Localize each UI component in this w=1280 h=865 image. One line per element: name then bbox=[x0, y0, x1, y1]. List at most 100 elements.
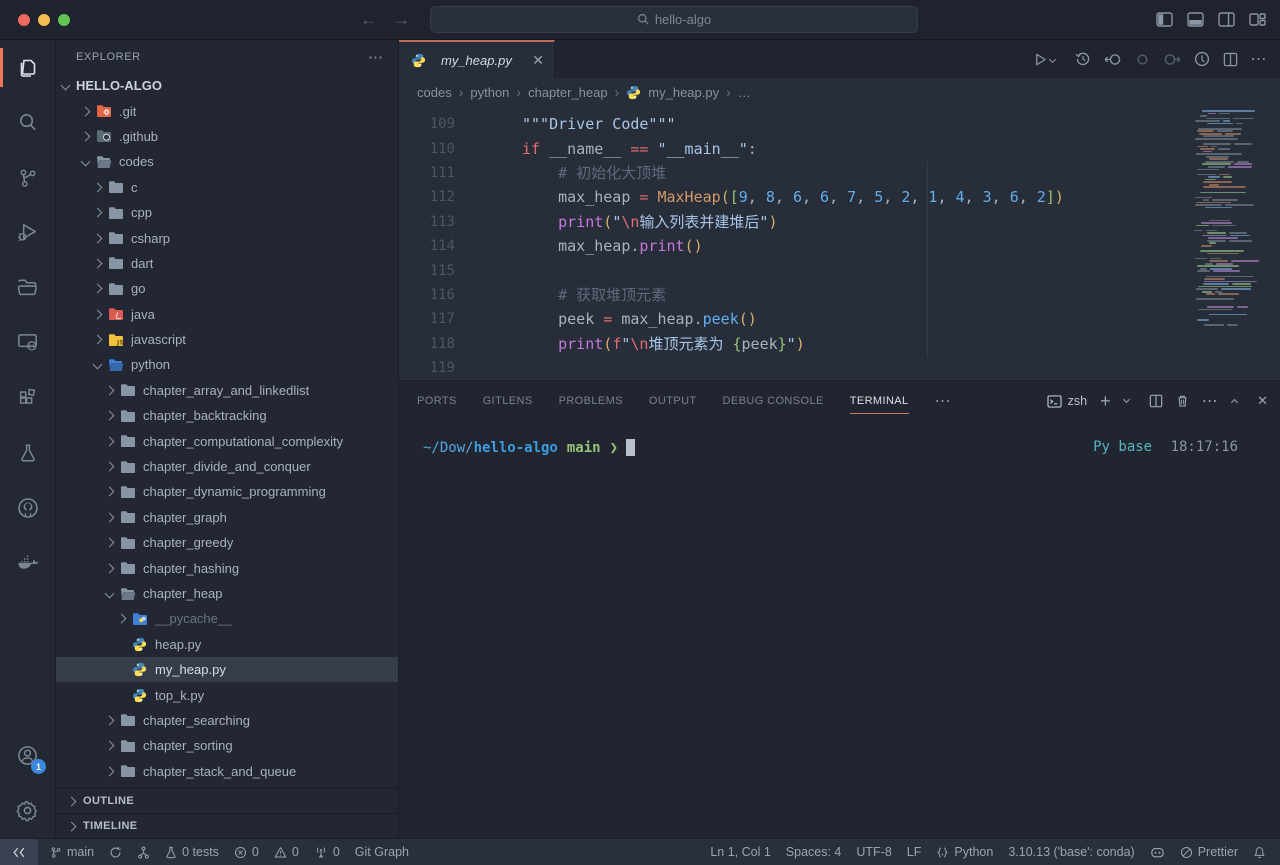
status-prettier[interactable]: Prettier bbox=[1180, 845, 1238, 859]
panel-tab-output[interactable]: OUTPUT bbox=[649, 381, 697, 421]
breadcrumb-codes[interactable]: codes bbox=[417, 85, 452, 100]
tree-item-chapter-sorting[interactable]: chapter_sorting bbox=[56, 733, 398, 758]
activity-explorer-icon[interactable] bbox=[0, 40, 55, 95]
tree-item-go[interactable]: go bbox=[56, 276, 398, 301]
history-forward-icon[interactable]: → bbox=[393, 10, 410, 30]
status-python-interpreter[interactable]: 3.10.13 ('base': conda) bbox=[1008, 845, 1134, 859]
tree-root-hello-algo[interactable]: HELLO-ALGO bbox=[56, 73, 398, 98]
breadcrumb-python[interactable]: python bbox=[470, 85, 509, 100]
tree-item-my-heap-py[interactable]: my_heap.py bbox=[56, 657, 398, 682]
code-line-115[interactable]: 115 bbox=[399, 258, 1190, 282]
breadcrumb--[interactable]: … bbox=[738, 85, 751, 100]
tree-item-cpp[interactable]: cpp bbox=[56, 200, 398, 225]
history-back-icon[interactable]: ← bbox=[360, 10, 377, 30]
maximize-panel-icon[interactable] bbox=[1231, 399, 1238, 406]
code-line-109[interactable]: 109"""Driver Code""" bbox=[399, 112, 1190, 136]
tree-item--github[interactable]: .github bbox=[56, 124, 398, 149]
tree-item-chapter-divide-and-conquer[interactable]: chapter_divide_and_conquer bbox=[56, 454, 398, 479]
code-line-116[interactable]: 116 # 获取堆顶元素 bbox=[399, 283, 1190, 307]
status-language-mode[interactable]: Python bbox=[936, 845, 993, 859]
tree-item-chapter-dynamic-programming[interactable]: chapter_dynamic_programming bbox=[56, 479, 398, 504]
panel-tab-terminal[interactable]: TERMINAL bbox=[850, 381, 909, 421]
activity-settings-icon[interactable] bbox=[0, 783, 55, 838]
activity-remote-explorer-icon[interactable] bbox=[0, 315, 55, 370]
run-dropdown-icon[interactable] bbox=[1048, 55, 1055, 62]
previous-change-icon[interactable] bbox=[1104, 52, 1122, 67]
activity-search-icon[interactable] bbox=[0, 95, 55, 150]
file-history-icon[interactable] bbox=[1075, 51, 1091, 67]
tab-my-heap[interactable]: my_heap.py ✕ bbox=[399, 40, 555, 78]
terminal-content[interactable]: ~/Dow/hello-algo main ❯ Py base 18:17:16 bbox=[399, 421, 1280, 838]
tree-item-dart[interactable]: dart bbox=[56, 251, 398, 276]
tree-item-chapter-searching[interactable]: chapter_searching bbox=[56, 708, 398, 733]
minimap[interactable] bbox=[1194, 110, 1272, 334]
activity-testing-icon[interactable] bbox=[0, 425, 55, 480]
code-line-117[interactable]: 117 peek = max_heap.peek() bbox=[399, 307, 1190, 331]
activity-extensions-icon[interactable] bbox=[0, 370, 55, 425]
panel-more-actions-icon[interactable]: ⋯ bbox=[1202, 391, 1220, 411]
split-editor-icon[interactable] bbox=[1223, 52, 1238, 67]
code-line-118[interactable]: 118 print(f"\n堆顶元素为 {peek}") bbox=[399, 332, 1190, 356]
terminal-profile[interactable]: zsh bbox=[1047, 394, 1087, 408]
tree-item-chapter-array-and-linkedlist[interactable]: chapter_array_and_linkedlist bbox=[56, 378, 398, 403]
remote-indicator[interactable] bbox=[0, 839, 38, 865]
code-line-113[interactable]: 113 print("\n输入列表并建堆后") bbox=[399, 210, 1190, 234]
code-line-119[interactable]: 119 bbox=[399, 356, 1190, 380]
activity-docker-icon[interactable] bbox=[0, 535, 55, 590]
code-line-110[interactable]: 110if __name__ == "__main__": bbox=[399, 136, 1190, 160]
tree-item-codes[interactable]: codes bbox=[56, 149, 398, 174]
panel-tab-ports[interactable]: PORTS bbox=[417, 381, 457, 421]
code-editor[interactable]: 109"""Driver Code"""110if __name__ == "_… bbox=[399, 106, 1280, 380]
section-timeline[interactable]: TIMELINE bbox=[56, 813, 398, 838]
close-tab-icon[interactable]: ✕ bbox=[532, 52, 544, 69]
toggle-secondary-sidebar-icon[interactable] bbox=[1218, 12, 1235, 27]
status-eol[interactable]: LF bbox=[907, 845, 922, 859]
editor-more-actions-icon[interactable]: ⋯ bbox=[1251, 49, 1269, 69]
status-ports[interactable]: 0 bbox=[314, 845, 340, 859]
activity-github-icon[interactable] bbox=[0, 480, 55, 535]
close-panel-icon[interactable]: ✕ bbox=[1257, 393, 1268, 409]
status-branch[interactable]: main bbox=[50, 845, 94, 859]
new-terminal-icon[interactable]: + bbox=[1100, 396, 1111, 406]
status-encoding[interactable]: UTF-8 bbox=[856, 845, 891, 859]
status-indentation[interactable]: Spaces: 4 bbox=[786, 845, 842, 859]
tree-item-chapter-greedy[interactable]: chapter_greedy bbox=[56, 530, 398, 555]
activity-accounts-icon[interactable]: 1 bbox=[0, 728, 55, 783]
terminal-dropdown-icon[interactable] bbox=[1123, 396, 1130, 403]
tree-item--git[interactable]: .git bbox=[56, 98, 398, 123]
breadcrumb-my-heap-py[interactable]: my_heap.py bbox=[626, 84, 719, 100]
activity-project-manager-icon[interactable] bbox=[0, 260, 55, 315]
revert-change-icon[interactable] bbox=[1135, 52, 1150, 67]
tree-item-chapter-stack-and-queue[interactable]: chapter_stack_and_queue bbox=[56, 759, 398, 784]
tree-item-chapter-heap[interactable]: chapter_heap bbox=[56, 581, 398, 606]
tree-item-c[interactable]: c bbox=[56, 175, 398, 200]
command-center-search[interactable]: hello-algo bbox=[430, 6, 918, 33]
status-cursor-position[interactable]: Ln 1, Col 1 bbox=[710, 845, 770, 859]
tree-item--pycache-[interactable]: __pycache__ bbox=[56, 606, 398, 631]
code-line-111[interactable]: 111 # 初始化大顶堆 bbox=[399, 161, 1190, 185]
activity-run-and-debug-icon[interactable] bbox=[0, 205, 55, 260]
run-python-file-button[interactable] bbox=[1033, 52, 1062, 67]
tree-item-chapter-graph[interactable]: chapter_graph bbox=[56, 505, 398, 530]
status-git-graph[interactable]: Git Graph bbox=[355, 845, 409, 859]
tree-item-top-k-py[interactable]: top_k.py bbox=[56, 682, 398, 707]
tree-item-csharp[interactable]: csharp bbox=[56, 225, 398, 250]
kill-terminal-icon[interactable] bbox=[1176, 394, 1189, 408]
status-warnings[interactable]: 0 bbox=[274, 845, 299, 859]
status-errors[interactable]: 0 bbox=[234, 845, 259, 859]
section-outline[interactable]: OUTLINE bbox=[56, 788, 398, 813]
explorer-more-actions-icon[interactable]: ⋯ bbox=[368, 48, 384, 66]
status-sync[interactable] bbox=[109, 846, 122, 859]
tree-item-chapter-backtracking[interactable]: chapter_backtracking bbox=[56, 403, 398, 428]
code-line-114[interactable]: 114 max_heap.print() bbox=[399, 234, 1190, 258]
tree-item-heap-py[interactable]: heap.py bbox=[56, 632, 398, 657]
breadcrumb-chapter-heap[interactable]: chapter_heap bbox=[528, 85, 608, 100]
tree-item-javascript[interactable]: JSjavascript bbox=[56, 327, 398, 352]
status-tests[interactable]: 0 tests bbox=[165, 845, 219, 859]
panel-more-tabs-icon[interactable]: ⋯ bbox=[935, 391, 953, 411]
status-copilot[interactable] bbox=[1150, 846, 1165, 859]
status-gitlens[interactable] bbox=[137, 846, 150, 859]
code-line-112[interactable]: 112 max_heap = MaxHeap([9, 8, 6, 6, 7, 5… bbox=[399, 185, 1190, 209]
panel-tab-debug-console[interactable]: DEBUG CONSOLE bbox=[723, 381, 824, 421]
toggle-panel-icon[interactable] bbox=[1187, 12, 1204, 27]
